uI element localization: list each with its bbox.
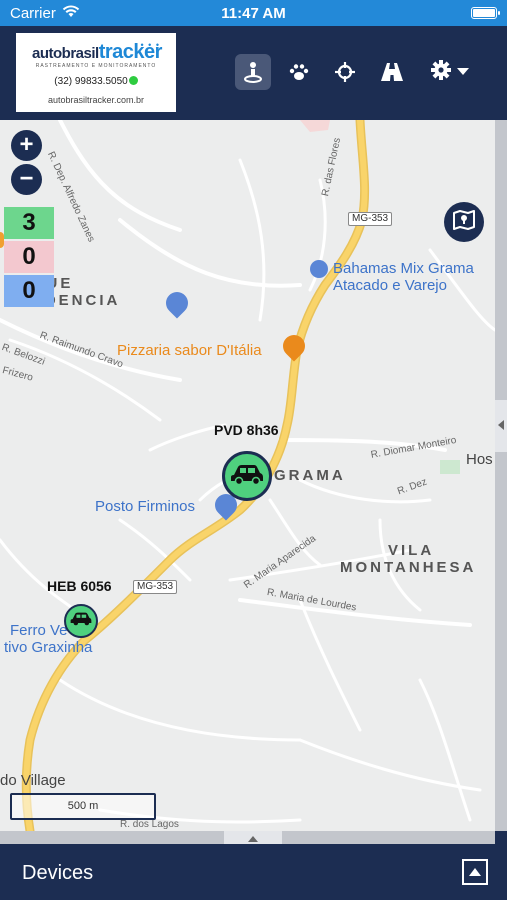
battery-icon [471, 7, 500, 19]
poi-pizzaria: Pizzaria sabor D'Itália [117, 342, 262, 359]
devices-title: Devices [22, 862, 94, 884]
area-vila-line1: VILA [388, 542, 435, 559]
poi-hos: Hos [466, 451, 493, 468]
counter-other[interactable]: 0 [4, 275, 54, 307]
bottom-panel-handle[interactable] [0, 831, 495, 844]
car-icon [230, 463, 264, 490]
map-view[interactable]: MG-353 MG-353 R. Dep. Alfredo Zanes R. d… [0, 120, 495, 831]
settings-menu-button[interactable] [424, 54, 476, 90]
expand-panel-button[interactable] [462, 859, 488, 885]
app-header: autobrasiltracker • • • RASTREAMENTO E M… [0, 26, 507, 120]
car-icon [70, 611, 92, 631]
poi-bahamas-line2: Atacado e Varejo [333, 277, 447, 294]
area-grama: GRAMA [274, 467, 346, 484]
map-icon [453, 209, 475, 236]
chevron-left-icon [497, 417, 505, 435]
counter-offline[interactable]: 0 [4, 241, 54, 273]
triangle-up-icon [469, 863, 481, 881]
road-icon[interactable] [374, 54, 410, 90]
logo-signal-dots: • • • [140, 40, 160, 50]
park-area [440, 460, 460, 474]
zoom-in-button[interactable]: + [11, 130, 42, 161]
map-scale-bar: 500 m [10, 793, 156, 820]
map-layers-button[interactable] [444, 202, 484, 242]
area-vila-line2: MONTANHESA [340, 559, 477, 576]
chevron-down-icon [457, 63, 469, 81]
logo-tagline: RASTREAMENTO E MONITORAMENTO [35, 63, 157, 69]
counter-online[interactable]: 3 [4, 207, 54, 239]
gear-icon [431, 59, 451, 85]
person-location-icon[interactable] [235, 54, 271, 90]
poi-bahamas-line1: Bahamas Mix Grama [333, 260, 474, 277]
poi-ferro-line1: Ferro Ve [10, 622, 68, 639]
clock: 11:47 AM [221, 5, 286, 22]
vehicle-label: HEB 6056 [47, 578, 112, 594]
side-panel-grip[interactable] [495, 400, 507, 452]
street-label-dos-lagos: R. dos Lagos [120, 819, 179, 830]
devices-panel-bar[interactable]: Devices [0, 844, 507, 900]
company-logo: autobrasiltracker • • • RASTREAMENTO E M… [16, 33, 176, 112]
status-bar: Carrier 11:47 AM [0, 0, 507, 26]
vehicle-label: PVD 8h36 [214, 422, 279, 438]
paw-icon[interactable] [281, 54, 317, 90]
logo-phone: (32) 99833.5050 [16, 76, 176, 87]
highway-shield-mg353-bottom: MG-353 [133, 580, 178, 594]
crosshair-icon[interactable] [327, 54, 363, 90]
side-panel-handle[interactable] [495, 120, 507, 831]
highway-shield-mg353-top: MG-353 [348, 212, 393, 226]
side-indicator-dot [0, 232, 4, 248]
bottom-panel-grip[interactable] [224, 831, 282, 844]
vehicle-marker[interactable] [64, 604, 98, 638]
whatsapp-icon [128, 76, 138, 85]
poi-ferro-line2: tivo Graxinha [4, 639, 93, 656]
logo-website: autobrasiltracker.com.br [47, 95, 145, 105]
poi-village: do Village [0, 772, 66, 789]
zoom-out-button[interactable]: − [11, 164, 42, 195]
poi-posto-firminos: Posto Firminos [95, 498, 196, 515]
vehicle-marker[interactable] [222, 451, 272, 501]
store-icon [310, 260, 328, 278]
